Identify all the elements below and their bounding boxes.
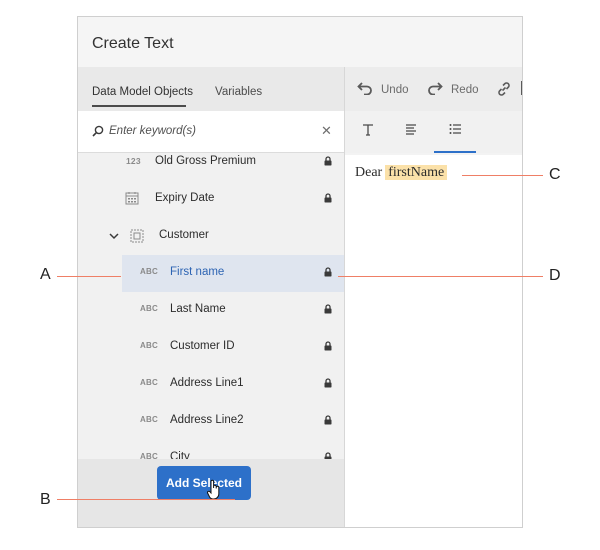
active-format-indicator [434,151,476,153]
lock-icon [324,341,332,351]
link-icon[interactable] [496,81,512,97]
lock-icon [324,267,332,277]
text-icon: ABC [140,304,158,313]
editor-pane: Undo Redo Dear firstName [344,67,522,527]
number-icon: 123 [126,156,141,166]
editor-content[interactable]: Dear firstName [355,165,448,181]
callout-a-line [57,276,121,277]
align-text-icon[interactable] [405,123,417,135]
tree-item-customer-id[interactable]: ABC Customer ID [78,329,344,366]
tree-item-address-line2[interactable]: ABC Address Line2 [78,403,344,440]
text-icon: ABC [140,378,158,387]
tree-item-label: Expiry Date [155,192,215,204]
lock-icon [324,378,332,388]
format-toolbar [345,111,522,153]
tab-data-model-objects[interactable]: Data Model Objects [92,86,193,98]
data-model-tree: 123 Old Gross Premium Expiry Date Custom… [78,153,344,459]
callout-c: C [549,166,561,183]
search-input[interactable]: Enter keyword(s) [109,125,196,137]
text-icon: ABC [140,452,158,459]
tree-item-customer[interactable]: Customer [78,218,344,255]
tree-item-label: Address Line2 [170,414,244,426]
search-bar: Enter keyword(s) ✕ [78,111,344,153]
lock-icon [324,304,332,314]
add-selected-button[interactable]: Add Selected [157,466,251,500]
tree-item-label: First name [170,266,225,278]
undo-button[interactable]: Undo [381,84,409,96]
tree-item-expiry-date[interactable]: Expiry Date [78,181,344,218]
editor-text: Dear [355,165,383,180]
first-name-token[interactable]: firstName [385,165,448,180]
lock-icon [324,156,332,166]
tree-item-label: Last Name [170,303,226,315]
tree-item-address-line1[interactable]: ABC Address Line1 [78,366,344,403]
text-editor[interactable]: Dear firstName [345,155,522,527]
tree-item-old-gross-premium[interactable]: 123 Old Gross Premium [78,153,344,181]
callout-b-line [57,499,235,500]
search-icon [92,125,104,137]
entity-icon [130,229,144,243]
clear-search-icon[interactable]: ✕ [321,123,332,139]
active-tab-indicator [92,105,186,107]
lock-icon [324,415,332,425]
callout-b: B [40,491,51,508]
bullet-list-icon[interactable] [449,123,462,135]
callout-d: D [549,267,561,284]
text-icon: ABC [140,267,158,276]
callout-c-line [462,175,543,176]
text-icon: ABC [140,341,158,350]
redo-button[interactable]: Redo [451,84,479,96]
callout-d-line [338,276,543,277]
text-icon: ABC [140,415,158,424]
tree-item-label: City [170,451,190,459]
tree-item-city[interactable]: ABC City [78,440,344,459]
undo-icon[interactable] [357,81,373,95]
tab-variables[interactable]: Variables [215,86,262,98]
toolbar-overflow-edge [521,81,522,95]
data-model-pane: Data Model Objects Variables Enter keywo… [78,67,344,527]
lock-icon [324,452,332,459]
callout-a: A [40,266,51,283]
text-format-icon[interactable] [362,123,374,136]
tab-bar: Data Model Objects Variables [78,67,344,111]
redo-icon[interactable] [427,81,443,95]
dialog-title: Create Text [92,35,174,52]
tree-item-first-name[interactable]: ABC First name [122,255,344,292]
tree-item-label: Customer ID [170,340,235,352]
editor-toolbar: Undo Redo [345,67,522,111]
calendar-icon [125,192,139,205]
tree-item-last-name[interactable]: ABC Last Name [78,292,344,329]
tree-item-label: Customer [159,229,209,241]
hand-cursor-icon [207,479,220,500]
lock-icon [324,193,332,203]
tree-item-label: Old Gross Premium [155,155,256,167]
tree-item-label: Address Line1 [170,377,244,389]
create-text-dialog: Create Text Data Model Objects Variables… [77,16,523,528]
chevron-down-icon[interactable] [109,233,119,240]
